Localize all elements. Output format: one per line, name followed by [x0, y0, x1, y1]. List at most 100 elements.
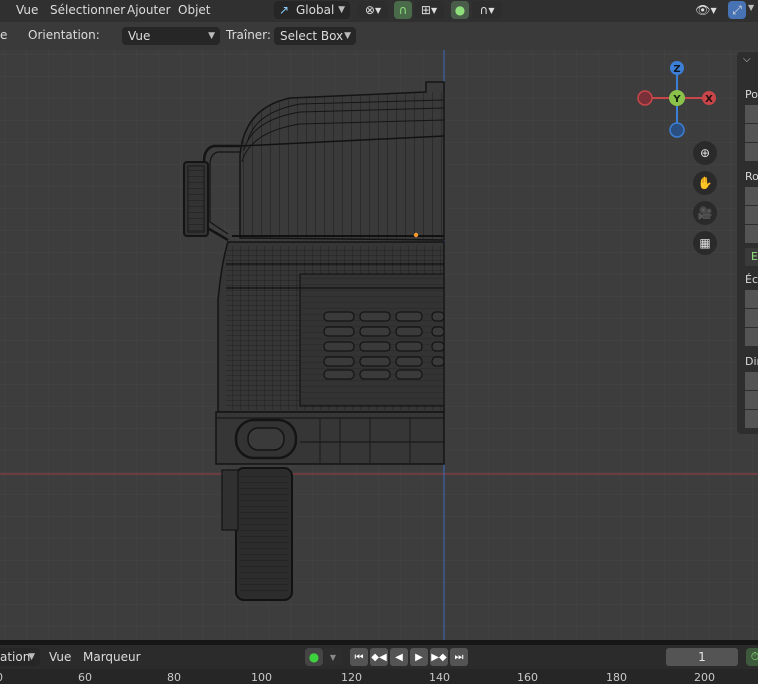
gizmo-neg-x[interactable] [637, 90, 653, 106]
keying-options-dropdown[interactable]: ▼ [324, 648, 342, 666]
gizmo-neg-z[interactable] [669, 122, 685, 138]
eye-icon: 👁 [695, 3, 711, 17]
falloff-dropdown[interactable]: ∩ ▼ [472, 1, 502, 19]
scale-y-field[interactable] [745, 309, 758, 327]
rotation-z-field[interactable] [745, 225, 758, 243]
stopwatch-icon: ⏱ [750, 650, 758, 663]
viewport-3d[interactable]: Z Y X ⊕ ✋ 🎥 ▦ ⌵ Pos Rot E Éch Dir [0, 50, 758, 640]
timeline-mode-value: ation [0, 650, 31, 664]
chevron-down-icon: ▼ [344, 31, 351, 41]
menu-add[interactable]: Ajouter [127, 0, 171, 22]
camera-icon: 🎥 [697, 206, 713, 220]
toolbar-clipped-label: e [0, 28, 8, 42]
gizmo-z-label: Z [673, 64, 680, 75]
ruler-tick: 160 [517, 671, 538, 684]
scale-x-field[interactable] [745, 290, 758, 308]
rotation-y-field[interactable] [745, 206, 758, 224]
menu-object[interactable]: Objet [178, 0, 210, 22]
record-dot-icon: ● [308, 650, 320, 664]
grid-icon: ▦ [699, 236, 711, 250]
ruler-tick-clipped: 0 [0, 671, 3, 684]
chevron-down-icon: ▼ [329, 652, 337, 662]
snap-target-dropdown[interactable]: ⊞ ▼ [414, 1, 444, 19]
orientation-label: Orientation: [28, 28, 100, 42]
current-frame-field[interactable]: 1 [666, 648, 738, 666]
gizmo-y-label: Y [672, 94, 681, 105]
location-x-field[interactable] [745, 105, 758, 123]
magnet-icon: ∩ [398, 3, 408, 17]
pan-button[interactable]: ✋ [693, 171, 717, 195]
tool-settings-bar: e Orientation: Vue ▼ Traîner: Select Box… [0, 22, 758, 50]
menu-view[interactable]: Vue [16, 0, 38, 22]
pivot-point-button[interactable]: ⊗ ▼ [358, 1, 388, 19]
location-y-field[interactable] [745, 124, 758, 142]
navigation-gizmo[interactable]: Z Y X [632, 58, 722, 148]
chevron-down-icon: ▼ [208, 31, 215, 41]
camera-view-button[interactable]: 🎥 [693, 201, 717, 225]
timeline-mode-dropdown[interactable]: ation ▼ [0, 648, 40, 666]
gizmo-chevron-down-icon[interactable]: ▼ [748, 3, 754, 12]
play-reverse-icon: ◀ [395, 651, 403, 663]
header-menu-bar: Vue Sélectionner Ajouter Objet ↗ Global … [0, 0, 758, 22]
ruler-tick: 200 [694, 671, 715, 684]
orientation-value: Vue [128, 29, 151, 43]
scale-label: Éch [745, 273, 758, 286]
chevron-down-icon: ▼ [338, 5, 345, 15]
play-button[interactable]: ▶ [410, 648, 428, 666]
rotation-mode-dropdown[interactable]: E [745, 248, 758, 266]
transform-orientation-dropdown[interactable]: ↗ Global ▼ [274, 1, 350, 19]
prev-keyframe-button[interactable]: ◆◀ [370, 648, 388, 666]
transform-orientation-value: Global [296, 3, 335, 17]
jump-end-button[interactable]: ⏭ [450, 648, 468, 666]
drag-dropdown[interactable]: Select Box ▼ [274, 27, 356, 45]
zoom-button[interactable]: ⊕ [693, 141, 717, 165]
dimensions-label: Dir [745, 355, 758, 368]
dot-icon: ● [454, 3, 466, 17]
pivot-icon: ⊗ [364, 3, 375, 17]
ruler-tick: 100 [251, 671, 272, 684]
visibility-dropdown[interactable]: 👁 ▼ [690, 1, 722, 19]
frame-ruler[interactable] [0, 669, 758, 684]
auto-keying-toggle[interactable]: ● [305, 648, 323, 666]
prev-keyframe-icon: ◆◀ [371, 651, 387, 663]
location-label: Pos [745, 88, 758, 101]
dimensions-z-field[interactable] [745, 410, 758, 428]
next-keyframe-icon: ▶◆ [431, 651, 447, 663]
jump-end-icon: ⏭ [454, 651, 464, 663]
rotation-x-field[interactable] [745, 187, 758, 205]
zoom-icon: ⊕ [699, 146, 711, 160]
timer-toggle[interactable]: ⏱ [746, 648, 758, 666]
next-keyframe-button[interactable]: ▶◆ [430, 648, 448, 666]
global-axes-icon: ↗ [279, 3, 290, 17]
ruler-tick: 80 [167, 671, 181, 684]
rotation-mode-value: E [751, 250, 758, 263]
rotation-label: Rot [745, 170, 758, 183]
perspective-toggle-button[interactable]: ▦ [693, 231, 717, 255]
menu-select[interactable]: Sélectionner [50, 0, 125, 22]
ruler-tick: 60 [78, 671, 92, 684]
panel-collapse-chevron-icon[interactable]: ⌵ [743, 54, 751, 65]
snap-toggle[interactable]: ∩ [394, 1, 412, 19]
play-icon: ▶ [415, 651, 423, 663]
ruler-tick: 180 [606, 671, 627, 684]
snap-grid-icon: ⊞ [420, 3, 431, 17]
ruler-tick: 120 [341, 671, 362, 684]
jump-start-button[interactable]: ⏮ [350, 648, 368, 666]
gizmo-toggle[interactable]: ⤢ [728, 1, 746, 19]
chevron-down-icon: ▼ [28, 652, 35, 662]
dimensions-y-field[interactable] [745, 391, 758, 409]
gizmo-icon: ⤢ [732, 2, 742, 17]
play-reverse-button[interactable]: ◀ [390, 648, 408, 666]
location-z-field[interactable] [745, 143, 758, 161]
scale-z-field[interactable] [745, 328, 758, 346]
timeline-menu-marker[interactable]: Marqueur [83, 647, 141, 669]
orientation-dropdown[interactable]: Vue ▼ [122, 27, 220, 45]
falloff-curve-icon: ∩ [479, 3, 489, 17]
proportional-edit-toggle[interactable]: ● [451, 1, 469, 19]
timeline-menu-view[interactable]: Vue [49, 647, 71, 669]
selected-vertex[interactable] [413, 232, 419, 238]
drag-label: Traîner: [226, 28, 271, 42]
dimensions-x-field[interactable] [745, 372, 758, 390]
drag-value: Select Box [280, 29, 344, 43]
gizmo-x-label: X [705, 94, 713, 105]
